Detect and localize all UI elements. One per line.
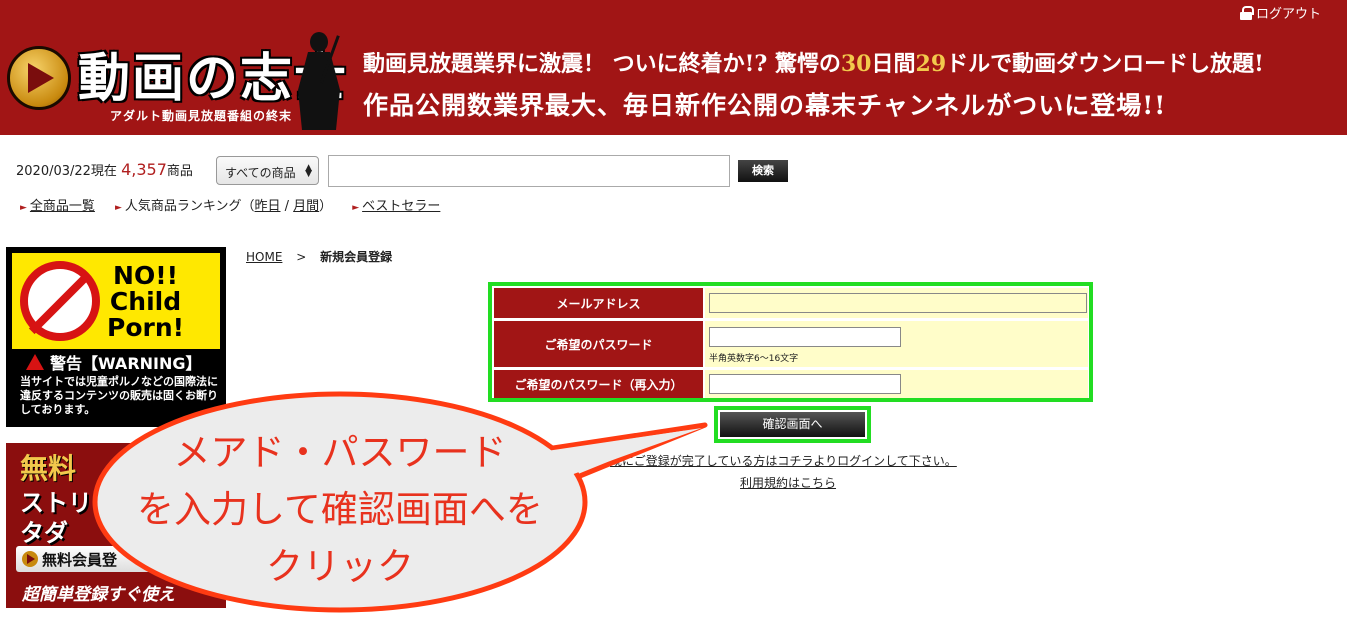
confirm-highlight: 確認画面へ <box>714 406 871 443</box>
callout-text: メアド・パスワード を入力して確認画面へを クリック <box>137 431 543 588</box>
bestseller-link[interactable]: ベストセラー <box>362 199 440 214</box>
stock-count: 2020/03/22現在 4,357商品 <box>16 160 193 179</box>
arrow-right-icon: ► <box>114 203 122 213</box>
ranking-daily-link[interactable]: 昨日 <box>254 199 280 214</box>
prohibited-icon <box>20 261 100 341</box>
password-hint: 半角英数字6〜16文字 <box>709 354 799 364</box>
logo-play-icon[interactable] <box>7 46 71 110</box>
page: ログアウト 動画の志士 アダルト動画見放題番組の終末 動画見放題業界に激震！ つ… <box>0 0 1347 617</box>
banner-headline: 動画見放題業界に激震！ ついに終着か!? 驚愕の30日間29ドルで動画ダウンロー… <box>363 51 1264 77</box>
email-row: メールアドレス <box>494 288 1088 318</box>
email-field[interactable] <box>709 293 1087 313</box>
password-confirm-label: ご希望のパスワード（再入力） <box>494 370 703 398</box>
password-row: ご希望のパスワード 半角英数字6〜16文字 <box>494 321 1088 367</box>
arrow-right-icon: ► <box>20 203 27 213</box>
search-button[interactable]: 検索 <box>738 160 788 182</box>
category-select[interactable]: すべての商品 ▲ ▼ <box>216 156 319 185</box>
banner-subheadline: 作品公開数業界最大、毎日新作公開の幕末チャンネルがついに登場!! <box>363 91 1167 120</box>
product-count: 4,357 <box>121 160 167 179</box>
logo-subtitle: アダルト動画見放題番組の終末 <box>110 109 293 123</box>
breadcrumb-current: 新規会員登録 <box>320 250 393 264</box>
no-child-porn-banner: NO!! Child Porn! 警告【WARNING】 当サイトでは児童ポルノ… <box>6 247 226 427</box>
site-header: ログアウト 動画の志士 アダルト動画見放題番組の終末 動画見放題業界に激震！ つ… <box>0 0 1347 135</box>
breadcrumb-home[interactable]: HOME <box>246 250 282 264</box>
all-products-link[interactable]: 全商品一覧 <box>30 199 95 214</box>
play-icon <box>22 551 38 567</box>
samurai-silhouette-icon <box>298 32 340 130</box>
password-confirm-row: ご希望のパスワード（再入力） <box>494 370 1088 398</box>
password-label: ご希望のパスワード <box>494 321 703 367</box>
registration-form: メールアドレス ご希望のパスワード 半角英数字6〜16文字 ご希望のパスワード（… <box>488 282 1093 402</box>
logout-label: ログアウト <box>1255 7 1321 22</box>
login-link[interactable]: 既にご登録が完了している方はコチラよりログインして下さい。 <box>610 452 957 469</box>
warning-title: 警告【WARNING】 <box>26 350 202 374</box>
ranking-monthly-link[interactable]: 月間 <box>293 199 319 214</box>
password-confirm-field[interactable] <box>709 374 901 394</box>
search-input[interactable] <box>328 155 730 187</box>
logout-link[interactable]: ログアウト <box>1239 3 1321 22</box>
arrow-right-icon: ► <box>352 203 360 213</box>
terms-link[interactable]: 利用規約はこちら <box>740 474 836 491</box>
password-field[interactable] <box>709 327 901 347</box>
email-label: メールアドレス <box>494 288 703 318</box>
confirm-button[interactable]: 確認画面へ <box>720 412 865 437</box>
breadcrumb: HOME > 新規会員登録 <box>246 250 393 264</box>
lock-icon <box>1239 5 1254 20</box>
warning-icon <box>26 354 44 370</box>
select-arrows-icon: ▲ ▼ <box>305 163 312 179</box>
quick-links: ► 全商品一覧 ► 人気商品ランキング（昨日 / 月間） ► ベストセラー <box>20 199 441 214</box>
warning-text: 当サイトでは児童ポルノなどの国際法に違反するコンテンツの販売は固くお断りしており… <box>20 375 218 416</box>
